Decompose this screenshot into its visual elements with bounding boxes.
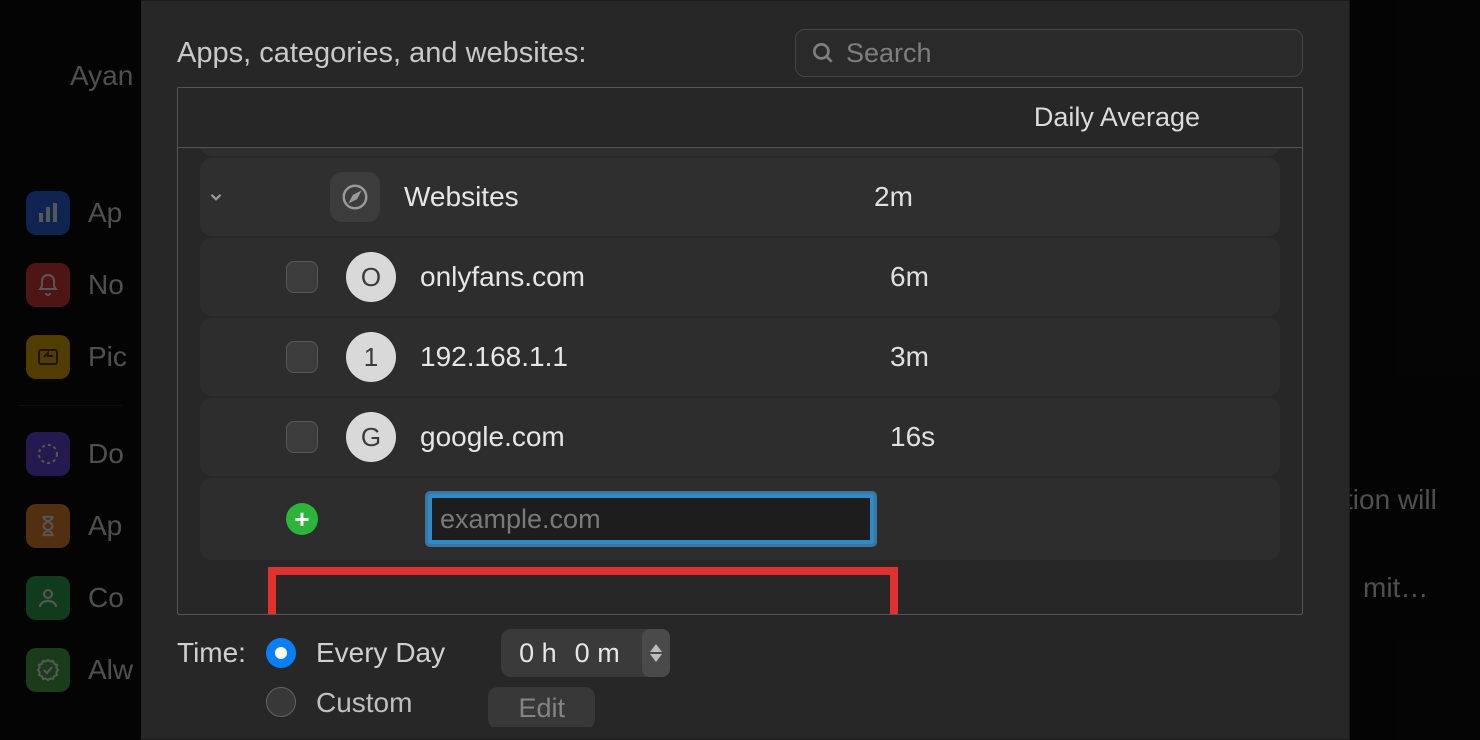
table-row-website-1[interactable]: 1 192.168.1.1 3m <box>200 318 1280 396</box>
radio-custom-label: Custom <box>316 687 412 719</box>
radio-custom[interactable] <box>266 687 296 717</box>
checkbox[interactable] <box>286 421 318 453</box>
highlight-rectangle <box>268 567 898 614</box>
plus-icon[interactable]: + <box>286 503 318 535</box>
table-row-website-2[interactable]: G google.com 16s <box>200 398 1280 476</box>
site-badge: G <box>346 412 396 462</box>
new-website-input[interactable] <box>428 494 874 544</box>
duration-hours: 0 h <box>519 638 557 669</box>
row-value: 6m <box>890 261 929 293</box>
safari-icon <box>330 172 380 222</box>
usage-table: Daily Average › Other 2m <box>177 87 1303 615</box>
duration-picker[interactable]: 0 h 0 m <box>501 629 670 677</box>
time-label: Time: <box>177 637 246 669</box>
radio-every-day[interactable] <box>266 638 296 668</box>
checkbox[interactable] <box>286 261 318 293</box>
table-row-other[interactable]: › Other 2m <box>200 148 1280 156</box>
search-input[interactable] <box>846 38 1288 69</box>
row-value: 2m <box>874 181 913 213</box>
duration-minutes: 0 m <box>575 638 620 669</box>
table-header: Daily Average <box>178 88 1302 148</box>
row-label: onlyfans.com <box>420 261 890 293</box>
edit-button[interactable]: Edit <box>488 687 595 727</box>
checkbox[interactable] <box>286 341 318 373</box>
table-row-websites[interactable]: Websites 2m <box>200 158 1280 236</box>
row-value: 16s <box>890 421 935 453</box>
column-header-daily-average: Daily Average <box>1034 102 1200 133</box>
search-field[interactable] <box>795 29 1303 77</box>
stepper-icon[interactable] <box>642 629 670 677</box>
time-section: Time: Every Day 0 h 0 m Time: Custom Edi… <box>177 629 1303 727</box>
site-badge: 1 <box>346 332 396 382</box>
add-limit-sheet: Apps, categories, and websites: Daily Av… <box>140 0 1350 740</box>
row-label: Websites <box>404 181 874 213</box>
sheet-title: Apps, categories, and websites: <box>177 37 586 70</box>
row-label: google.com <box>420 421 890 453</box>
site-badge: O <box>346 252 396 302</box>
table-row-website-0[interactable]: O onlyfans.com 6m <box>200 238 1280 316</box>
radio-every-day-label: Every Day <box>316 637 445 669</box>
search-icon <box>810 40 836 66</box>
row-value: 3m <box>890 341 929 373</box>
chevron-down-icon[interactable] <box>196 188 236 206</box>
add-website-row[interactable]: + <box>200 478 1280 560</box>
row-label: 192.168.1.1 <box>420 341 890 373</box>
